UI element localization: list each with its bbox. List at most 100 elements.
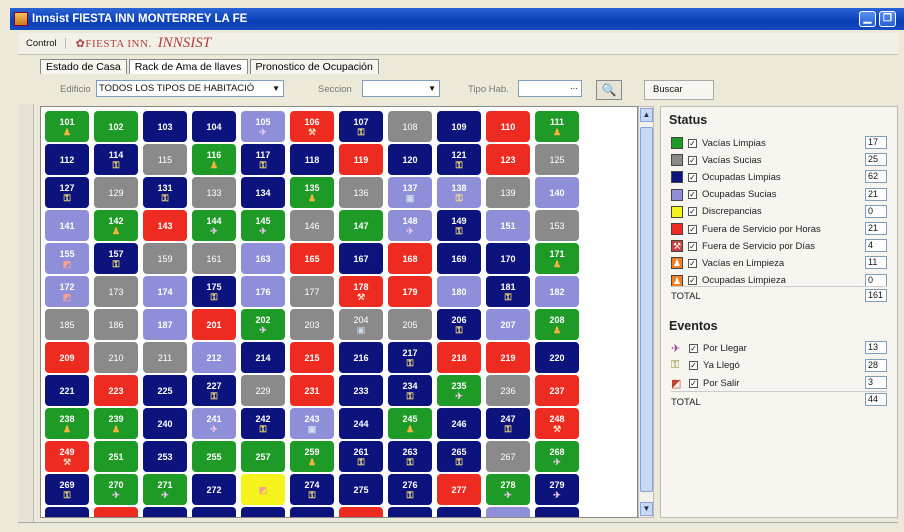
- room-cell[interactable]: 243 ▣: [290, 408, 334, 439]
- room-cell[interactable]: 114 ⚿: [94, 144, 138, 175]
- room-cell[interactable]: 120: [388, 144, 432, 175]
- status-checkbox[interactable]: ✓: [688, 258, 697, 268]
- seccion-select[interactable]: ▼: [362, 80, 440, 97]
- room-cell[interactable]: 168: [388, 243, 432, 274]
- room-cell[interactable]: 229: [241, 375, 285, 406]
- room-cell[interactable]: 139: [486, 177, 530, 208]
- room-cell[interactable]: 101 ♟: [45, 111, 89, 142]
- room-cell[interactable]: 218: [437, 342, 481, 373]
- search-icon[interactable]: 🔍: [596, 80, 622, 100]
- room-cell[interactable]: 234 ⚿: [388, 375, 432, 406]
- evento-checkbox[interactable]: ✓: [689, 343, 698, 353]
- room-cell[interactable]: [241, 507, 285, 517]
- room-cell[interactable]: 171 ♟: [535, 243, 579, 274]
- room-cell[interactable]: 242 ⚿: [241, 408, 285, 439]
- room-cell[interactable]: 249 ⚒: [45, 441, 89, 472]
- room-cell[interactable]: 134: [241, 177, 285, 208]
- room-cell[interactable]: 220: [535, 342, 579, 373]
- room-cell[interactable]: 167: [339, 243, 383, 274]
- room-cell[interactable]: 138 ⚿: [437, 177, 481, 208]
- room-cell[interactable]: 178 ⚒: [339, 276, 383, 307]
- room-cell[interactable]: 211: [143, 342, 187, 373]
- room-cell[interactable]: 209: [45, 342, 89, 373]
- room-cell[interactable]: 173: [94, 276, 138, 307]
- room-cell[interactable]: 186: [94, 309, 138, 340]
- room-cell[interactable]: 270 ✈: [94, 474, 138, 505]
- room-cell[interactable]: 125: [535, 144, 579, 175]
- room-cell[interactable]: 367: [486, 507, 530, 517]
- room-cell[interactable]: 145 ✈: [241, 210, 285, 241]
- room-cell[interactable]: 118: [290, 144, 334, 175]
- room-cell[interactable]: 109: [437, 111, 481, 142]
- room-cell[interactable]: 271 ✈: [143, 474, 187, 505]
- room-cell[interactable]: 133: [192, 177, 236, 208]
- room-cell[interactable]: 251: [94, 441, 138, 472]
- minimize-button[interactable]: ▁: [859, 11, 876, 27]
- room-cell[interactable]: 278 ✈: [486, 474, 530, 505]
- tab-pronostico-ocupacion[interactable]: Pronostico de Ocupación: [249, 59, 379, 74]
- room-cell[interactable]: 257: [241, 441, 285, 472]
- room-cell[interactable]: 165: [290, 243, 334, 274]
- tab-estado-de-casa[interactable]: Estado de Casa: [40, 59, 127, 74]
- scroll-up-button[interactable]: ▲: [640, 108, 653, 122]
- room-cell[interactable]: 244: [339, 408, 383, 439]
- room-cell[interactable]: 140: [535, 177, 579, 208]
- room-cell[interactable]: 274 ⚿: [290, 474, 334, 505]
- room-cell[interactable]: 261 ⚿: [339, 441, 383, 472]
- room-cell[interactable]: 276 ⚿: [388, 474, 432, 505]
- room-cell[interactable]: 147: [339, 210, 383, 241]
- room-cell[interactable]: 245 ♟: [388, 408, 432, 439]
- room-cell[interactable]: 106 ⚒: [290, 111, 334, 142]
- room-cell[interactable]: 268 ✈: [535, 441, 579, 472]
- room-cell[interactable]: 105 ✈: [241, 111, 285, 142]
- room-cell[interactable]: 279 ✈: [535, 474, 579, 505]
- buscar-button[interactable]: Buscar: [644, 80, 714, 100]
- room-cell[interactable]: 259 ♟: [290, 441, 334, 472]
- room-cell[interactable]: 225: [143, 375, 187, 406]
- room-cell[interactable]: 238 ♟: [45, 408, 89, 439]
- room-cell[interactable]: 143: [143, 210, 187, 241]
- room-cell[interactable]: 163: [241, 243, 285, 274]
- room-cell[interactable]: 181 ⚿: [486, 276, 530, 307]
- room-cell[interactable]: 237: [535, 375, 579, 406]
- room-cell[interactable]: 214: [241, 342, 285, 373]
- room-cell[interactable]: 202 ✈: [241, 309, 285, 340]
- tipo-hab-select[interactable]: ⋯: [518, 80, 582, 97]
- room-cell[interactable]: 241 ✈: [192, 408, 236, 439]
- edificio-select[interactable]: TODOS LOS TIPOS DE HABITACIÓ ▼: [96, 80, 284, 97]
- room-cell[interactable]: 129: [94, 177, 138, 208]
- room-cell[interactable]: 208 ♟: [535, 309, 579, 340]
- room-cell[interactable]: 112: [45, 144, 89, 175]
- room-cell[interactable]: 248 ⚒: [535, 408, 579, 439]
- room-cell[interactable]: [192, 507, 236, 517]
- room-cell[interactable]: 206 ⚿: [437, 309, 481, 340]
- status-checkbox[interactable]: ✓: [688, 172, 697, 182]
- room-cell[interactable]: 170: [486, 243, 530, 274]
- room-cell[interactable]: 149 ⚿: [437, 210, 481, 241]
- room-cell[interactable]: 121 ⚿: [437, 144, 481, 175]
- room-cell[interactable]: 263 ⚿: [388, 441, 432, 472]
- room-cell[interactable]: 247 ⚿: [486, 408, 530, 439]
- room-cell[interactable]: 110: [486, 111, 530, 142]
- room-cell[interactable]: 210: [94, 342, 138, 373]
- room-cell[interactable]: 174: [143, 276, 187, 307]
- room-cell[interactable]: 148 ✈: [388, 210, 432, 241]
- room-cell[interactable]: 176: [241, 276, 285, 307]
- scroll-down-button[interactable]: ▼: [640, 502, 653, 516]
- room-cell[interactable]: 157 ⚿: [94, 243, 138, 274]
- room-cell[interactable]: 204 ▣: [339, 309, 383, 340]
- room-cell[interactable]: 144 ✈: [192, 210, 236, 241]
- room-cell[interactable]: ◩: [241, 474, 285, 505]
- room-cell[interactable]: 141: [45, 210, 89, 241]
- room-cell[interactable]: 107 ⚿: [339, 111, 383, 142]
- room-cell[interactable]: [388, 507, 432, 517]
- room-cell[interactable]: 131 ⚿: [143, 177, 187, 208]
- room-cell[interactable]: 207: [486, 309, 530, 340]
- room-cell[interactable]: 201: [192, 309, 236, 340]
- room-cell[interactable]: 115: [143, 144, 187, 175]
- left-splitter[interactable]: [18, 104, 34, 522]
- room-cell[interactable]: 368: [535, 507, 579, 517]
- status-checkbox[interactable]: ✓: [688, 155, 697, 165]
- room-cell[interactable]: 265 ⚿: [437, 441, 481, 472]
- room-cell[interactable]: 277: [437, 474, 481, 505]
